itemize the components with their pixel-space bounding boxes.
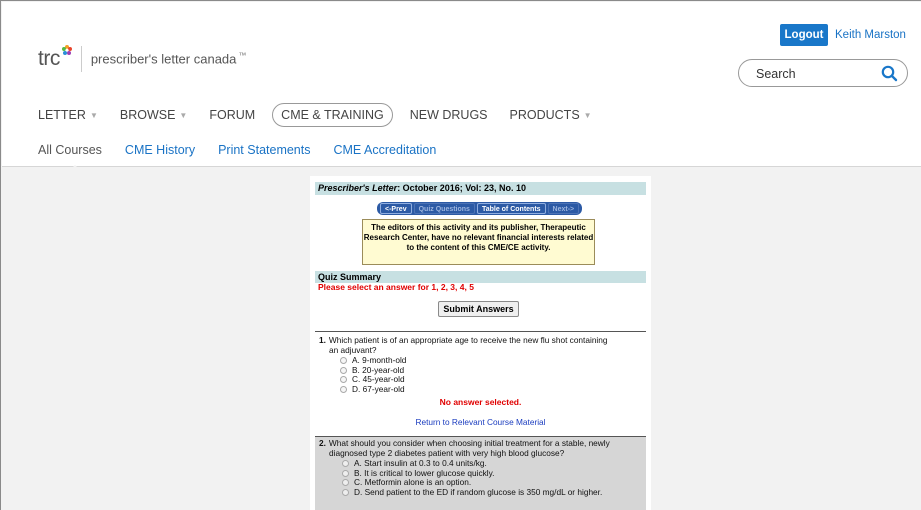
chevron-down-icon: ▼: [583, 110, 592, 120]
subnav-print-statements[interactable]: Print Statements: [218, 143, 310, 157]
logout-button[interactable]: Logout: [780, 24, 828, 46]
main-nav: LETTER ▼ BROWSE ▼ FORUM CME & TRAINING NEW…: [38, 102, 614, 128]
radio-button[interactable]: [342, 479, 349, 487]
brand-divider: [80, 46, 82, 72]
quiz-questions-button[interactable]: Quiz Questions: [413, 203, 475, 214]
prev-button[interactable]: <-Prev: [380, 203, 412, 214]
nav-browse[interactable]: BROWSE ▼: [120, 103, 187, 127]
nav-forum[interactable]: FORUM: [209, 103, 255, 127]
answer-option[interactable]: D. Send patient to the ED if random gluc…: [342, 487, 646, 498]
radio-button[interactable]: [340, 376, 347, 384]
table-of-contents-button[interactable]: Table of Contents: [476, 203, 546, 214]
radio-button[interactable]: [342, 460, 349, 468]
subnav-all-courses[interactable]: All Courses: [38, 143, 102, 172]
site-header: trc prescriber's letter canada ™ Logout K…: [2, 2, 921, 172]
nav-letter[interactable]: LETTER ▼: [38, 103, 98, 127]
radio-button[interactable]: [342, 488, 349, 496]
subnav-cme-accreditation[interactable]: CME Accreditation: [333, 143, 436, 157]
search-box[interactable]: [738, 59, 908, 87]
brand-logo[interactable]: trc prescriber's letter canada ™: [38, 45, 247, 72]
question-2: 2. What should you consider when choosing…: [315, 436, 646, 510]
question-text: 2. What should you consider when choosing…: [319, 438, 610, 458]
quiz-navbar: <-Prev Quiz Questions Table of Contents …: [377, 202, 582, 215]
sub-nav: All Courses CME History Print Statements…: [38, 140, 459, 172]
brand-mark: trc: [38, 47, 60, 70]
radio-button[interactable]: [342, 469, 349, 477]
radio-button[interactable]: [340, 366, 347, 374]
radio-button[interactable]: [340, 357, 347, 365]
question-1: 1. Which patient is of an appropriate age…: [315, 335, 646, 434]
quiz-document: Prescriber's Letter: October 2016; Vol: …: [310, 176, 651, 510]
next-button[interactable]: Next->: [547, 203, 580, 214]
user-name-link[interactable]: Keith Marston: [835, 29, 906, 41]
search-input[interactable]: [756, 65, 876, 83]
radio-button[interactable]: [340, 385, 347, 393]
brand-name: prescriber's letter canada ™: [90, 51, 247, 67]
nav-cme-training[interactable]: CME & TRAINING: [272, 103, 393, 127]
subnav-cme-history[interactable]: CME History: [125, 143, 195, 157]
chevron-down-icon: ▼: [89, 110, 98, 120]
nav-products[interactable]: PRODUCTS ▼: [510, 103, 592, 127]
divider: [315, 331, 646, 332]
question-text: 1. Which patient is of an appropriate age…: [319, 335, 608, 355]
answer-warning: Please select an answer for 1, 2, 3, 4, …: [318, 282, 474, 292]
flower-logo-icon: [61, 45, 72, 55]
answer-options: A. 9-month-old B. 20-year-old C. 45-year…: [315, 355, 646, 395]
return-to-course-link[interactable]: Return to Relevant Course Material: [315, 417, 646, 427]
answer-status: No answer selected.: [439, 397, 522, 407]
nav-new-drugs[interactable]: NEW DRUGS: [410, 103, 488, 127]
chevron-down-icon: ▼: [179, 110, 188, 120]
search-icon[interactable]: [881, 65, 898, 82]
answer-option[interactable]: D. 67-year-old: [340, 384, 646, 395]
issue-title: Prescriber's Letter: October 2016; Vol: …: [315, 182, 646, 195]
browser-frame: trc prescriber's letter canada ™ Logout K…: [0, 0, 921, 510]
submit-answers-button[interactable]: Submit Answers: [438, 301, 519, 317]
answer-options: A. Start insulin at 0.3 to 0.4 units/kg.…: [315, 458, 646, 498]
disclosure-box: The editors of this activity and its pub…: [362, 219, 595, 265]
